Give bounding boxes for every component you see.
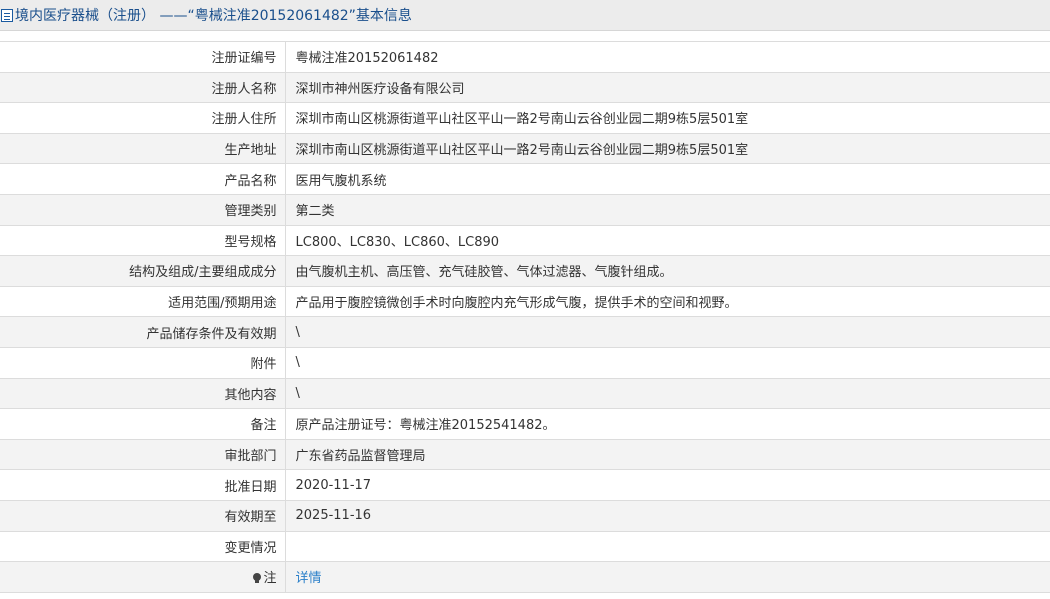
details-link[interactable]: 详情 — [296, 571, 322, 586]
row-value: \ — [285, 316, 1050, 348]
row-label: 备注 — [0, 408, 286, 440]
row-value: 产品用于腹腔镜微创手术时向腹腔内充气形成气腹，提供手术的空间和视野。 — [285, 286, 1050, 318]
row-value: 2020-11-17 — [285, 469, 1050, 501]
table-row: 生产地址 深圳市南山区桃源街道平山社区平山一路2号南山云谷创业园二期9栋5层50… — [0, 133, 1050, 165]
row-value: 第二类 — [285, 194, 1050, 226]
row-value: 深圳市南山区桃源街道平山社区平山一路2号南山云谷创业园二期9栋5层501室 — [285, 102, 1050, 134]
table-row: 型号规格 LC800、LC830、LC860、LC890 — [0, 225, 1050, 257]
table-row: 其他内容 \ — [0, 378, 1050, 410]
note-label-cell: 注 — [0, 561, 286, 593]
row-label: 有效期至 — [0, 500, 286, 532]
row-label: 注册人名称 — [0, 72, 286, 104]
table-row: 变更情况 — [0, 531, 1050, 563]
row-label: 注册证编号 — [0, 41, 286, 73]
row-value: LC800、LC830、LC860、LC890 — [285, 225, 1050, 257]
table-row: 管理类别 第二类 — [0, 194, 1050, 226]
row-label: 管理类别 — [0, 194, 286, 226]
note-label: 注 — [263, 571, 277, 587]
row-value: 深圳市神州医疗设备有限公司 — [285, 72, 1050, 104]
note-row: 注 详情 — [0, 561, 1050, 593]
row-value: 深圳市南山区桃源街道平山社区平山一路2号南山云谷创业园二期9栋5层501室 — [285, 133, 1050, 165]
row-value: \ — [285, 347, 1050, 379]
row-value — [285, 531, 1050, 563]
row-label: 产品储存条件及有效期 — [0, 316, 286, 348]
row-value: \ — [285, 378, 1050, 410]
row-value: 医用气腹机系统 — [285, 163, 1050, 195]
row-label: 适用范围/预期用途 — [0, 286, 286, 318]
row-label: 产品名称 — [0, 163, 286, 195]
info-table: 注册证编号 粤械注准20152061482 注册人名称 深圳市神州医疗设备有限公… — [0, 41, 1050, 593]
row-label: 附件 — [0, 347, 286, 379]
note-value-cell: 详情 — [285, 561, 1050, 593]
row-label: 注册人住所 — [0, 102, 286, 134]
row-label: 审批部门 — [0, 439, 286, 471]
row-label: 变更情况 — [0, 531, 286, 563]
page-header: 境内医疗器械（注册） ——“粤械注准20152061482”基本信息 — [0, 0, 1050, 31]
document-icon — [1, 8, 13, 22]
table-row: 注册证编号 粤械注准20152061482 — [0, 41, 1050, 73]
page-title: 境内医疗器械（注册） ——“粤械注准20152061482”基本信息 — [15, 8, 412, 24]
row-value: 由气腹机主机、高压管、充气硅胶管、气体过滤器、气腹针组成。 — [285, 255, 1050, 287]
row-value: 原产品注册证号：粤械注准20152541482。 — [285, 408, 1050, 440]
row-value: 广东省药品监督管理局 — [285, 439, 1050, 471]
table-row: 产品名称 医用气腹机系统 — [0, 163, 1050, 195]
table-row: 适用范围/预期用途 产品用于腹腔镜微创手术时向腹腔内充气形成气腹，提供手术的空间… — [0, 286, 1050, 318]
row-label: 型号规格 — [0, 225, 286, 257]
table-row: 注册人名称 深圳市神州医疗设备有限公司 — [0, 72, 1050, 104]
table-row: 附件 \ — [0, 347, 1050, 379]
row-value: 粤械注准20152061482 — [285, 41, 1050, 73]
table-row: 注册人住所 深圳市南山区桃源街道平山社区平山一路2号南山云谷创业园二期9栋5层5… — [0, 102, 1050, 134]
row-value: 2025-11-16 — [285, 500, 1050, 532]
bulb-icon — [253, 573, 262, 584]
row-label: 结构及组成/主要组成成分 — [0, 255, 286, 287]
table-row: 备注 原产品注册证号：粤械注准20152541482。 — [0, 408, 1050, 440]
table-row: 批准日期 2020-11-17 — [0, 469, 1050, 501]
row-label: 批准日期 — [0, 469, 286, 501]
table-row: 审批部门 广东省药品监督管理局 — [0, 439, 1050, 471]
row-label: 生产地址 — [0, 133, 286, 165]
row-label: 其他内容 — [0, 378, 286, 410]
table-row: 产品储存条件及有效期 \ — [0, 316, 1050, 348]
table-row: 结构及组成/主要组成成分 由气腹机主机、高压管、充气硅胶管、气体过滤器、气腹针组… — [0, 255, 1050, 287]
table-row: 有效期至 2025-11-16 — [0, 500, 1050, 532]
